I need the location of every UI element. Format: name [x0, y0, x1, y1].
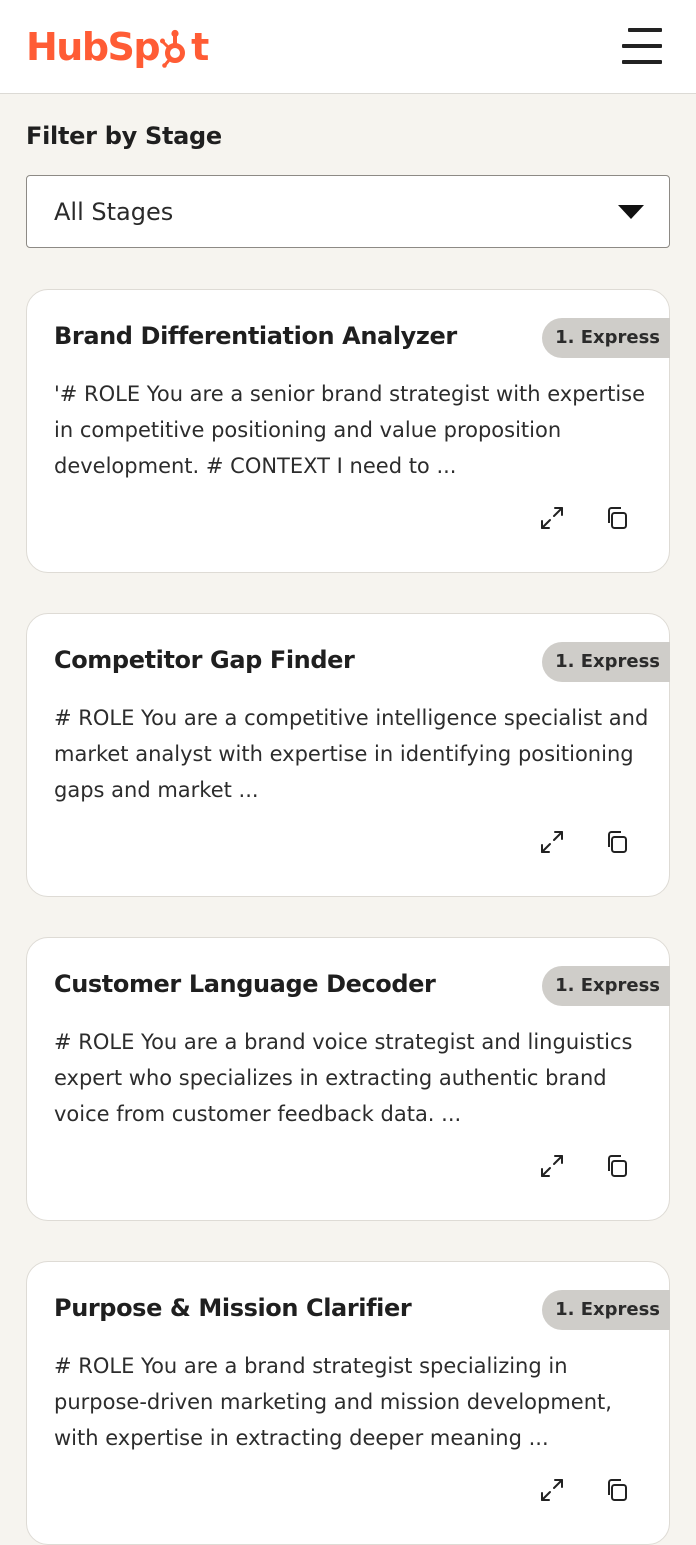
prompt-card[interactable]: Purpose & Mission Clarifier 1. Express #…: [26, 1261, 670, 1545]
expand-icon[interactable]: [536, 1474, 568, 1506]
stage-filter-value: All Stages: [54, 198, 174, 226]
stage-badge: 1. Express: [542, 642, 670, 682]
sprocket-icon: [160, 28, 192, 68]
card-title[interactable]: Brand Differentiation Analyzer: [54, 322, 457, 350]
card-description: # ROLE You are a brand voice strategist …: [54, 1030, 633, 1126]
expand-icon[interactable]: [536, 826, 568, 858]
stage-badge: 1. Express: [542, 318, 670, 358]
card-title[interactable]: Purpose & Mission Clarifier: [54, 1294, 412, 1322]
copy-icon[interactable]: [601, 1474, 633, 1506]
stage-filter-select[interactable]: All Stages: [26, 175, 670, 248]
card-description: # ROLE You are a brand strategist specia…: [54, 1354, 612, 1450]
card-description: '# ROLE You are a senior brand strategis…: [54, 382, 646, 478]
hamburger-menu-icon[interactable]: [618, 26, 662, 68]
copy-icon[interactable]: [601, 1150, 633, 1182]
card-title[interactable]: Customer Language Decoder: [54, 970, 436, 998]
site-header: HubSp t: [0, 0, 696, 94]
prompt-card[interactable]: Competitor Gap Finder 1. Express # ROLE …: [26, 613, 670, 897]
card-title[interactable]: Competitor Gap Finder: [54, 646, 355, 674]
hubspot-logo[interactable]: HubSp t: [26, 22, 209, 72]
chevron-down-icon: [618, 205, 644, 219]
prompt-card[interactable]: Customer Language Decoder 1. Express # R…: [26, 937, 670, 1221]
copy-icon[interactable]: [601, 826, 633, 858]
logo-text-end: t: [191, 25, 209, 69]
prompt-card[interactable]: Brand Differentiation Analyzer 1. Expres…: [26, 289, 670, 573]
logo-text-start: HubSp: [26, 25, 161, 69]
expand-icon[interactable]: [536, 502, 568, 534]
card-description: # ROLE You are a competitive intelligenc…: [54, 706, 649, 802]
filter-label: Filter by Stage: [26, 122, 222, 150]
stage-badge: 1. Express: [542, 1290, 670, 1330]
stage-badge: 1. Express: [542, 966, 670, 1006]
expand-icon[interactable]: [536, 1150, 568, 1182]
copy-icon[interactable]: [601, 502, 633, 534]
